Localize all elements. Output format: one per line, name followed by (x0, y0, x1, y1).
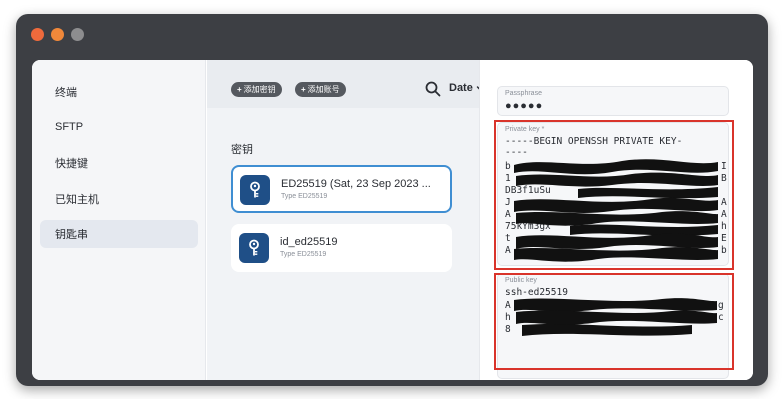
plus-icon: + (301, 85, 306, 94)
sidebar-item-label: 已知主机 (55, 194, 99, 206)
minimize-window-button[interactable] (51, 28, 64, 41)
sidebar: 终端 SFTP 快捷键 已知主机 钥匙串 (32, 60, 206, 380)
section-title-keys: 密钥 (231, 144, 253, 156)
app-window: 终端 SFTP 快捷键 已知主机 钥匙串 + 添加密钥 + 添加账号 Date … (32, 60, 753, 380)
key-icon (239, 233, 269, 263)
key-card[interactable]: ED25519 (Sat, 23 Sep 2023 ... Type ED255… (231, 165, 452, 213)
sidebar-item-known-hosts[interactable]: 已知主机 (40, 185, 198, 213)
sidebar-item-terminal[interactable]: 终端 (40, 78, 198, 106)
passphrase-label: Passphrase (505, 90, 542, 97)
add-account-label: 添加账号 (307, 85, 340, 94)
key-icon (240, 175, 270, 205)
passphrase-value: ●●●●● (505, 100, 544, 112)
toolbar: + 添加密钥 + 添加账号 Date (207, 60, 485, 108)
key-card[interactable]: id_ed25519 Type ED25519 (231, 224, 452, 272)
key-name: id_ed25519 (280, 236, 338, 248)
plus-icon: + (237, 85, 242, 94)
close-window-button[interactable] (31, 28, 44, 41)
add-key-button[interactable]: + 添加密钥 (231, 82, 282, 97)
private-key-highlight-box (494, 120, 734, 270)
window-frame: 终端 SFTP 快捷键 已知主机 钥匙串 + 添加密钥 + 添加账号 Date … (16, 14, 768, 386)
zoom-window-button[interactable] (71, 28, 84, 41)
sort-label: Date (449, 82, 473, 94)
add-key-label: 添加密钥 (243, 85, 276, 94)
key-name: ED25519 (Sat, 23 Sep 2023 ... (281, 178, 431, 190)
key-type: Type ED25519 (281, 193, 328, 200)
public-key-highlight-box (494, 273, 734, 370)
sidebar-item-label: 终端 (55, 87, 77, 99)
sidebar-item-keychain[interactable]: 钥匙串 (40, 220, 198, 248)
sidebar-item-label: 快捷键 (55, 158, 88, 170)
add-account-button[interactable]: + 添加账号 (295, 82, 346, 97)
key-type: Type ED25519 (280, 251, 327, 258)
key-detail-pane: Passphrase ●●●●● Private key * -----BEGI… (479, 60, 753, 380)
sidebar-item-label: 钥匙串 (55, 229, 88, 241)
keychain-list-pane: + 添加密钥 + 添加账号 Date 密钥 ED25519 (Sat, 23 S… (207, 60, 485, 380)
passphrase-field[interactable]: Passphrase ●●●●● (497, 86, 729, 116)
sidebar-item-sftp[interactable]: SFTP (40, 113, 198, 141)
sidebar-item-label: SFTP (55, 121, 84, 133)
sidebar-item-shortcuts[interactable]: 快捷键 (40, 149, 198, 177)
search-icon[interactable] (424, 80, 442, 98)
